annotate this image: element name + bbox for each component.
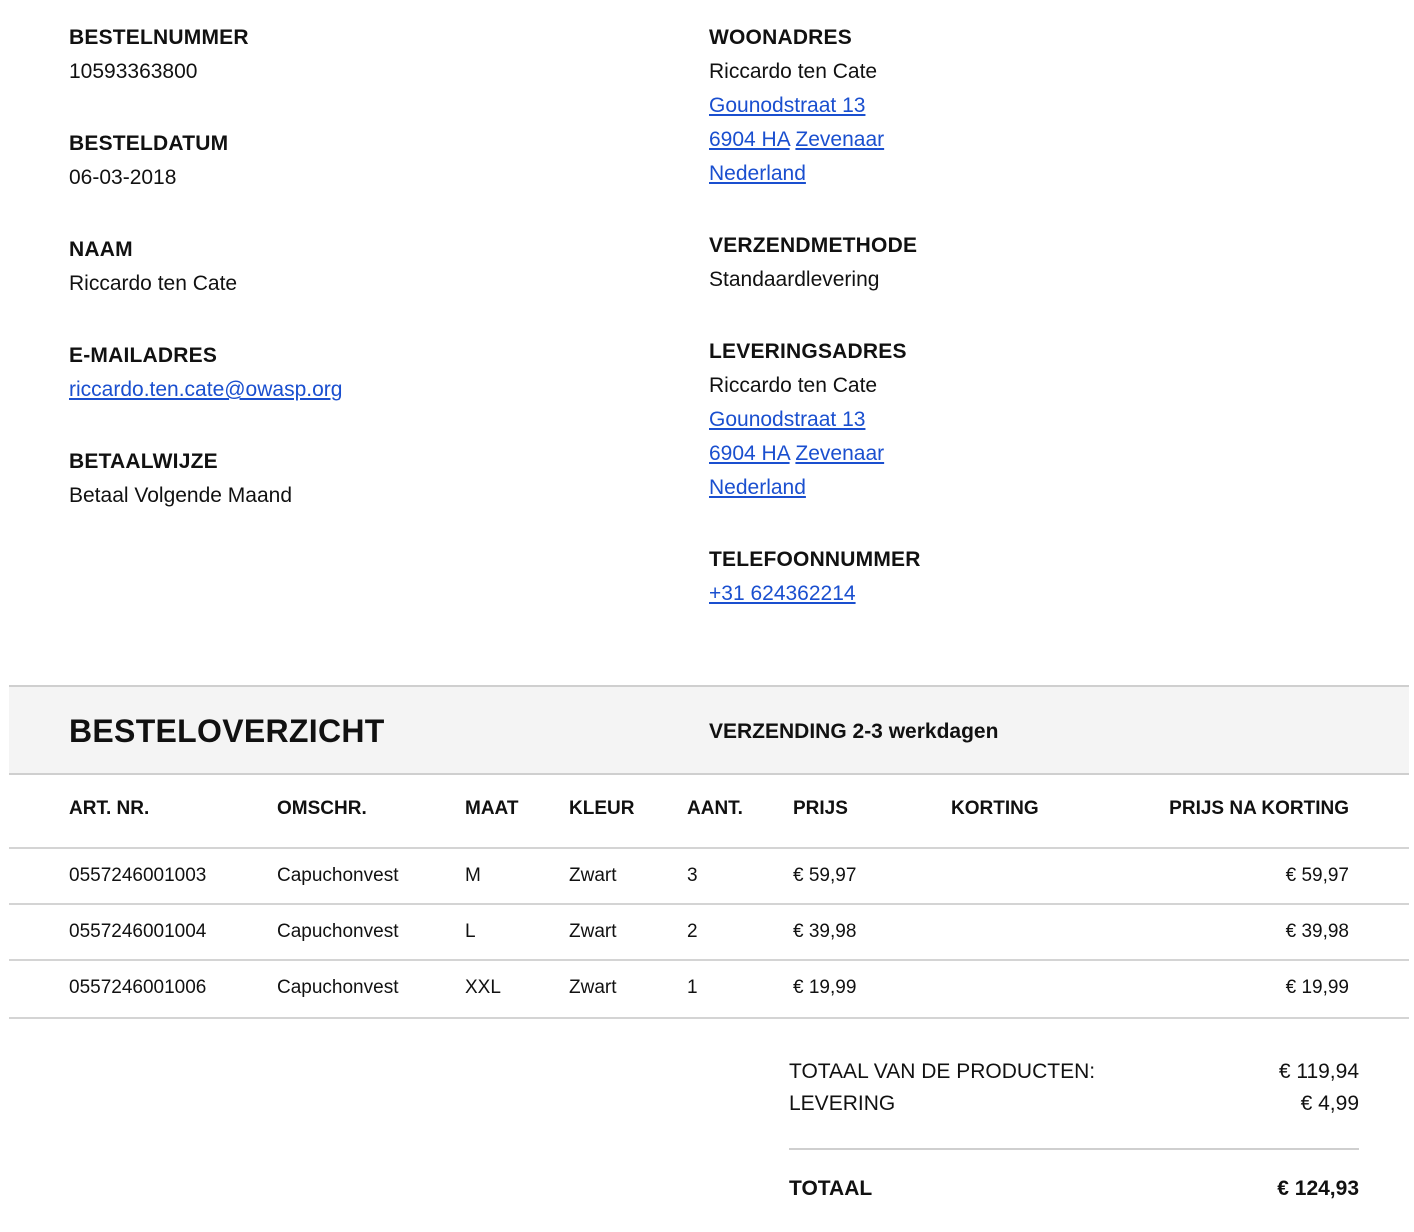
cell-quantity: 2	[687, 921, 698, 942]
cell-color: Zwart	[569, 921, 617, 942]
phone-field: TELEFOONNUMMER +31 624362214	[709, 543, 921, 611]
home-address-name: Riccardo ten Cate	[709, 60, 878, 83]
home-address-city-link[interactable]: Zevenaar	[795, 128, 884, 151]
shipping-method-field: VERZENDMETHODE Standaardlevering	[709, 229, 917, 297]
order-date-label: BESTELDATUM	[69, 132, 229, 155]
products-total-label: TOTAAL VAN DE PRODUCTEN:	[789, 1060, 1096, 1083]
customer-name-value: Riccardo ten Cate	[69, 272, 238, 295]
order-date-field: BESTELDATUM 06-03-2018	[69, 127, 228, 195]
col-header-color: KLEUR	[569, 798, 635, 819]
col-header-article-number: ART. NR.	[69, 798, 150, 819]
payment-method-field: BETAALWIJZE Betaal Volgende Maand	[69, 445, 292, 513]
payment-method-value: Betaal Volgende Maand	[69, 484, 293, 507]
delivery-address-label: LEVERINGSADRES	[709, 340, 907, 363]
cell-color: Zwart	[569, 865, 617, 886]
delivery-address-city-link[interactable]: Zevenaar	[795, 442, 884, 465]
table-row: 0557246001006 Capuchonvest XXL Zwart 1 €…	[9, 959, 1409, 1019]
col-header-quantity: AANT.	[687, 798, 743, 819]
table-row: 0557246001004 Capuchonvest L Zwart 2 € 3…	[9, 903, 1409, 961]
customer-name-label: NAAM	[69, 238, 133, 261]
cell-size: XXL	[465, 977, 501, 998]
cell-article-number: 0557246001003	[69, 865, 207, 886]
col-header-price-after-discount: PRIJS NA KORTING	[1169, 798, 1349, 819]
order-overview-header: BESTELOVERZICHT VERZENDING 2-3 werkdagen	[9, 685, 1409, 775]
totals-divider	[789, 1148, 1359, 1150]
products-total-value: € 119,94	[1278, 1060, 1359, 1083]
order-table-header: ART. NR. OMSCHR. MAAT KLEUR AANT. PRIJS …	[0, 798, 1414, 822]
delivery-address-field: LEVERINGSADRES Riccardo ten Cate Gounods…	[709, 335, 907, 505]
shipping-method-label: VERZENDMETHODE	[709, 234, 918, 257]
cell-price: € 39,98	[793, 921, 857, 942]
home-address-country-link[interactable]: Nederland	[709, 162, 806, 185]
delivery-cost-label: LEVERING	[789, 1092, 896, 1115]
cell-price: € 59,97	[793, 865, 857, 886]
payment-method-label: BETAALWIJZE	[69, 450, 218, 473]
col-header-description: OMSCHR.	[277, 798, 367, 819]
customer-name-field: NAAM Riccardo ten Cate	[69, 233, 237, 301]
delivery-cost-value: € 4,99	[1300, 1092, 1359, 1115]
order-date-value: 06-03-2018	[69, 166, 177, 189]
order-number-label: BESTELNUMMER	[69, 26, 249, 49]
order-totals: TOTAAL VAN DE PRODUCTEN: € 119,94 LEVERI…	[789, 1060, 1359, 1210]
shipping-time-note: VERZENDING 2-3 werkdagen	[709, 720, 999, 743]
col-header-size: MAAT	[465, 798, 519, 819]
cell-price-after-discount: € 39,98	[1285, 921, 1349, 942]
order-number-value: 10593363800	[69, 60, 198, 83]
home-address-street-link[interactable]: Gounodstraat 13	[709, 94, 865, 117]
delivery-address-name: Riccardo ten Cate	[709, 374, 878, 397]
delivery-address-country-link[interactable]: Nederland	[709, 476, 806, 499]
phone-label: TELEFOONNUMMER	[709, 548, 921, 571]
home-address-field: WOONADRES Riccardo ten Cate Gounodstraat…	[709, 21, 884, 191]
cell-description: Capuchonvest	[277, 921, 399, 942]
home-address-label: WOONADRES	[709, 26, 852, 49]
cell-description: Capuchonvest	[277, 865, 399, 886]
col-header-discount: KORTING	[951, 798, 1039, 819]
cell-color: Zwart	[569, 977, 617, 998]
cell-quantity: 1	[687, 977, 698, 998]
cell-price-after-discount: € 19,99	[1285, 977, 1349, 998]
grand-total-value: € 124,93	[1277, 1177, 1359, 1200]
cell-size: M	[465, 865, 481, 886]
grand-total-label: TOTAAL	[789, 1177, 873, 1200]
phone-link[interactable]: +31 624362214	[709, 582, 856, 605]
order-number-field: BESTELNUMMER 10593363800	[69, 21, 249, 89]
order-overview-title: BESTELOVERZICHT	[69, 713, 385, 749]
delivery-address-postcode-link[interactable]: 6904 HA	[709, 442, 790, 465]
cell-article-number: 0557246001004	[69, 921, 207, 942]
email-field: E-MAILADRES riccardo.ten.cate@owasp.org	[69, 339, 342, 407]
cell-article-number: 0557246001006	[69, 977, 207, 998]
table-row: 0557246001003 Capuchonvest M Zwart 3 € 5…	[9, 847, 1409, 905]
home-address-postcode-link[interactable]: 6904 HA	[709, 128, 790, 151]
cell-size: L	[465, 921, 476, 942]
delivery-address-street-link[interactable]: Gounodstraat 13	[709, 408, 865, 431]
cell-quantity: 3	[687, 865, 698, 886]
email-label: E-MAILADRES	[69, 344, 218, 367]
cell-price: € 19,99	[793, 977, 857, 998]
cell-description: Capuchonvest	[277, 977, 399, 998]
cell-price-after-discount: € 59,97	[1285, 865, 1349, 886]
col-header-price: PRIJS	[793, 798, 848, 819]
shipping-method-value: Standaardlevering	[709, 268, 880, 291]
email-link[interactable]: riccardo.ten.cate@owasp.org	[69, 378, 342, 401]
